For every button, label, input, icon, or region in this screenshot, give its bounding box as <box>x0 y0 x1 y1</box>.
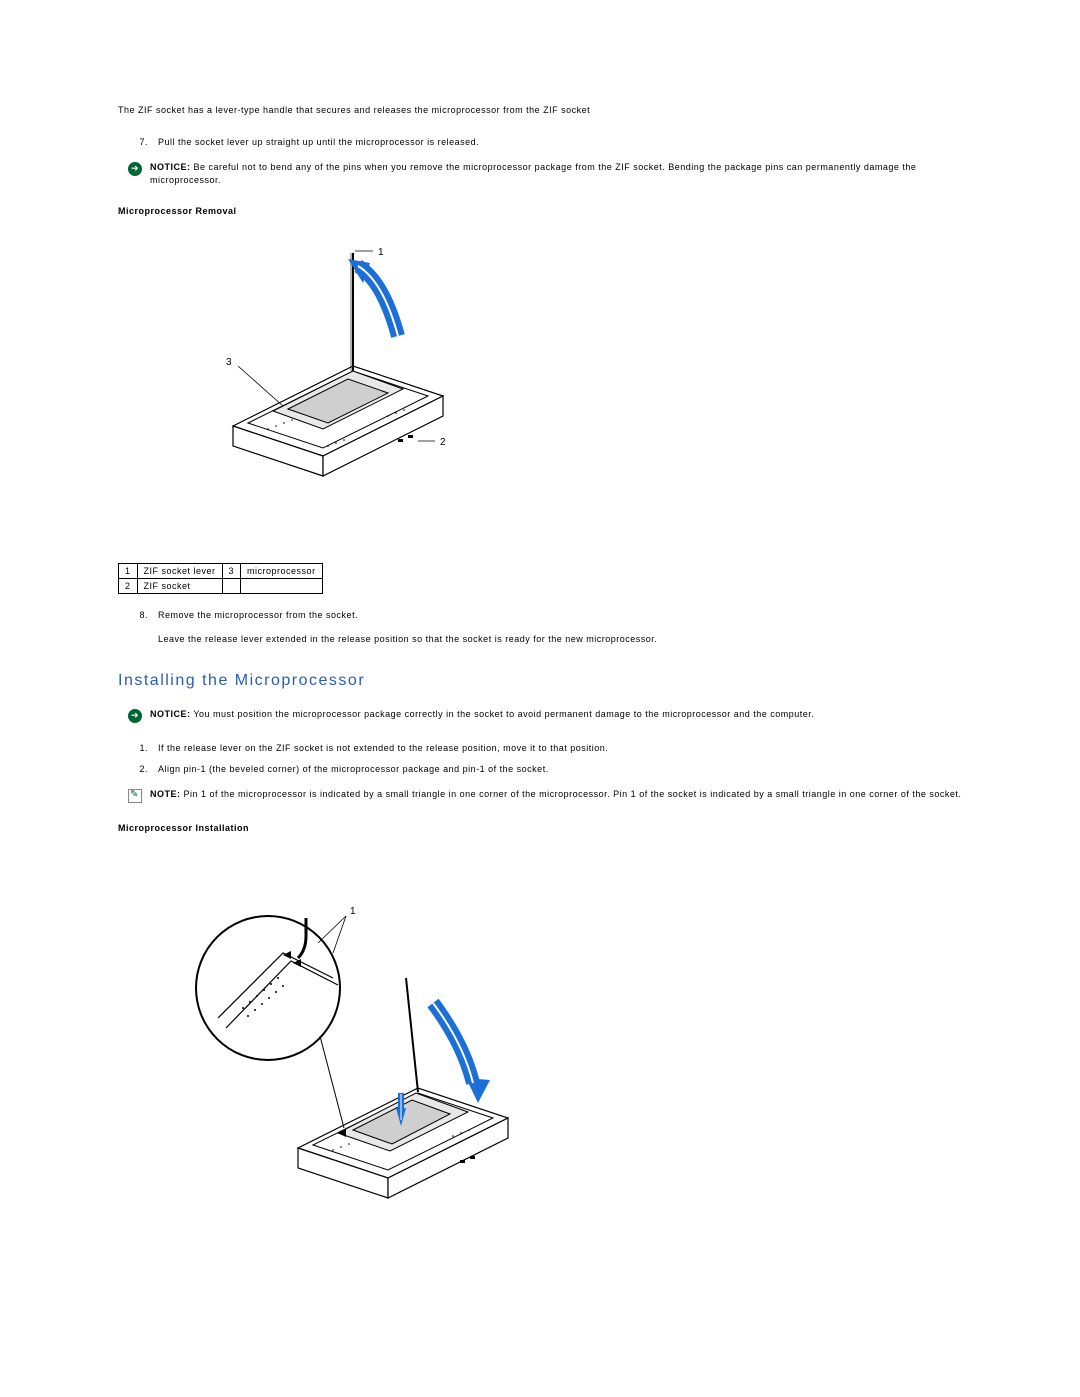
legend-cell <box>241 579 323 594</box>
step-text: If the release lever on the ZIF socket i… <box>158 743 970 753</box>
install-step-1: 1. If the release lever on the ZIF socke… <box>118 743 970 753</box>
section-heading-install: Installing the Microprocessor <box>118 672 970 690</box>
notice-label: NOTICE: <box>150 709 191 719</box>
document-page: The ZIF socket has a lever-type handle t… <box>0 0 1080 1330</box>
step-number: 2. <box>128 764 148 774</box>
legend-cell <box>222 579 241 594</box>
install-step-list: 1. If the release lever on the ZIF socke… <box>118 743 970 774</box>
figure-2: 1 <box>188 858 970 1240</box>
legend-cell: 1 <box>119 564 138 579</box>
legend-cell: ZIF socket <box>137 579 222 594</box>
notice-body: You must position the microprocessor pac… <box>191 709 815 719</box>
removal-diagram: 1 2 3 <box>188 241 468 521</box>
step-subtext: Leave the release lever extended in the … <box>158 634 970 644</box>
step-number: 7. <box>128 137 148 147</box>
intro-text: The ZIF socket has a lever-type handle t… <box>118 105 970 115</box>
step-list-8: 8. Remove the microprocessor from the so… <box>118 610 970 644</box>
legend-cell: 2 <box>119 579 138 594</box>
step-text: Pull the socket lever up straight up unt… <box>158 137 970 147</box>
notice-callout-1: NOTICE: Be careful not to bend any of th… <box>128 161 970 186</box>
legend-cell: ZIF socket lever <box>137 564 222 579</box>
step-text: Align pin-1 (the beveled corner) of the … <box>158 764 970 774</box>
step-text: Remove the microprocessor from the socke… <box>158 610 970 644</box>
notice-text: NOTICE: Be careful not to bend any of th… <box>150 161 970 186</box>
svg-text:1: 1 <box>350 906 356 917</box>
svg-text:2: 2 <box>440 437 446 448</box>
legend-cell: 3 <box>222 564 241 579</box>
note-label: NOTE: <box>150 789 181 799</box>
step-list-7: 7. Pull the socket lever up straight up … <box>118 137 970 147</box>
install-step-2: 2. Align pin-1 (the beveled corner) of t… <box>118 764 970 774</box>
figure-1: 1 2 3 <box>188 241 970 523</box>
figure-1-title: Microprocessor Removal <box>118 206 970 216</box>
notice-icon <box>128 709 142 723</box>
note-callout-1: NOTE: Pin 1 of the microprocessor is ind… <box>128 788 970 803</box>
note-icon <box>128 789 142 803</box>
notice-label: NOTICE: <box>150 162 191 172</box>
step-number: 8. <box>128 610 148 644</box>
step-number: 1. <box>128 743 148 753</box>
svg-text:1: 1 <box>378 247 384 258</box>
note-text: NOTE: Pin 1 of the microprocessor is ind… <box>150 788 970 801</box>
notice-text: NOTICE: You must position the microproce… <box>150 708 970 721</box>
notice-icon <box>128 162 142 176</box>
installation-diagram: 1 <box>188 858 528 1238</box>
figure-1-legend: 1 ZIF socket lever 3 microprocessor 2 ZI… <box>118 563 323 594</box>
svg-text:3: 3 <box>226 357 232 368</box>
step-body: Remove the microprocessor from the socke… <box>158 610 358 620</box>
step-7: 7. Pull the socket lever up straight up … <box>118 137 970 147</box>
step-8: 8. Remove the microprocessor from the so… <box>118 610 970 644</box>
note-body: Pin 1 of the microprocessor is indicated… <box>181 789 962 799</box>
legend-cell: microprocessor <box>241 564 323 579</box>
figure-2-title: Microprocessor Installation <box>118 823 970 833</box>
notice-callout-2: NOTICE: You must position the microproce… <box>128 708 970 723</box>
notice-body: Be careful not to bend any of the pins w… <box>150 162 916 185</box>
